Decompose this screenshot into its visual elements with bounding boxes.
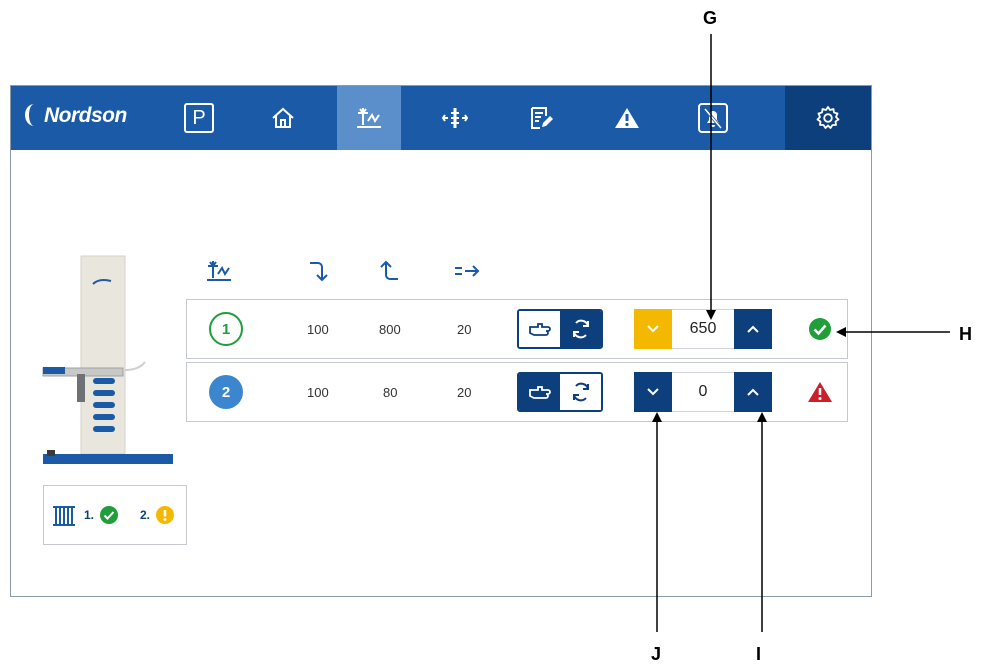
callout-lines — [652, 34, 950, 632]
